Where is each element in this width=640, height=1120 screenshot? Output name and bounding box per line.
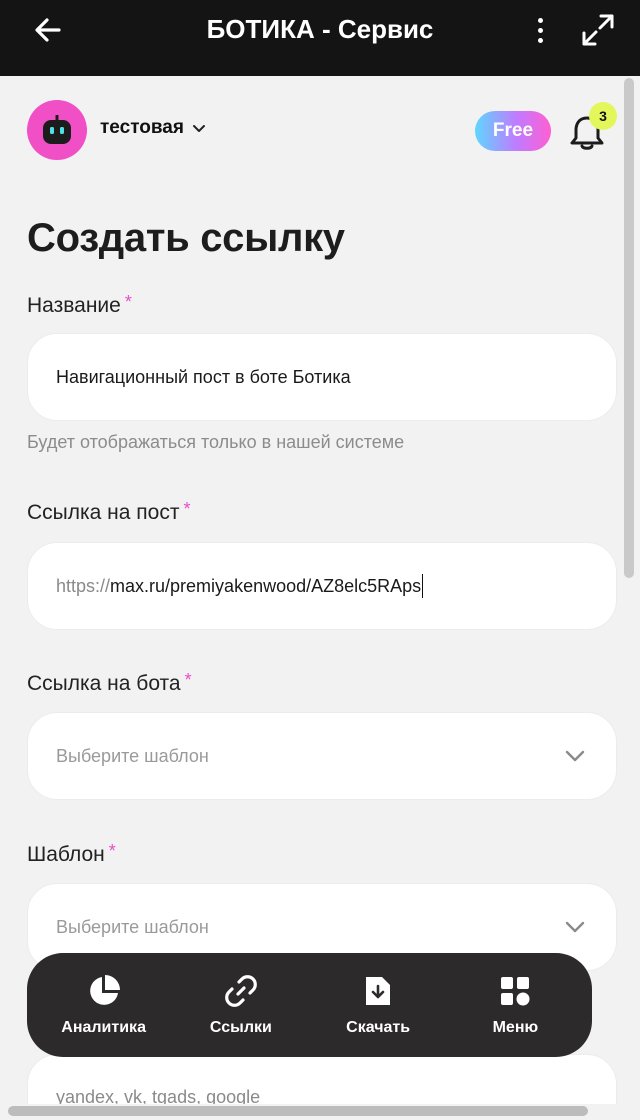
text-caret <box>422 574 424 598</box>
name-field-hint: Будет отображаться только в нашей систем… <box>27 432 405 452</box>
bot-link-label: Ссылка на бота * <box>27 670 192 696</box>
template-label-text: Шаблон <box>27 843 105 866</box>
workspace-switcher[interactable]: тестовая <box>100 117 206 139</box>
utm-sources-field[interactable]: yandex, vk, tgads, google <box>27 1054 617 1106</box>
post-link-label-text: Ссылка на пост <box>27 501 180 524</box>
template-label: Шаблон * <box>27 841 116 867</box>
name-label: Название * <box>27 292 132 318</box>
nav-label-links: Ссылки <box>209 1019 272 1036</box>
nav-label-download: Скачать <box>346 1019 411 1036</box>
expand-icon[interactable] <box>580 12 616 48</box>
nav-item-menu[interactable]: Меню <box>450 955 580 1055</box>
horizontal-scrollbar[interactable] <box>8 1106 588 1116</box>
bot-avatar[interactable] <box>27 100 87 160</box>
window-titlebar: БОТИКА - Сервис <box>0 0 640 76</box>
post-link-field[interactable]: https://max.ru/premiyakenwood/AZ8elc5RAp… <box>27 542 617 630</box>
plan-badge[interactable]: Free <box>475 111 551 151</box>
name-field[interactable]: Навигационный пост в боте Ботика <box>27 333 617 421</box>
bot-link-placeholder: Выберите шаблон <box>56 745 209 766</box>
bot-link-label-text: Ссылка на бота <box>27 672 181 695</box>
bot-link-select[interactable]: Выберите шаблон <box>27 712 617 800</box>
link-icon <box>225 975 257 1007</box>
nav-label-menu: Меню <box>492 1019 539 1036</box>
required-mark: * <box>184 670 192 690</box>
post-link-prefix: https:// <box>56 575 111 596</box>
chevron-down-icon <box>565 921 585 933</box>
vertical-scrollbar[interactable] <box>624 78 634 578</box>
workspace-name: тестовая <box>100 117 184 138</box>
robot-icon <box>43 115 71 144</box>
more-vertical-icon[interactable] <box>528 12 552 48</box>
bottom-navigation: Аналитика Ссылки Скачать Меню <box>27 953 592 1057</box>
nav-item-analytics[interactable]: Аналитика <box>39 955 169 1055</box>
required-mark: * <box>108 841 116 861</box>
post-link-value: max.ru/premiyakenwood/AZ8elc5RAps <box>110 575 422 596</box>
nav-label-analytics: Аналитика <box>61 1019 146 1036</box>
pie-chart-icon <box>89 975 120 1005</box>
page-content: тестовая Free 3 Создать ссылку Название *… <box>0 76 628 1106</box>
template-placeholder: Выберите шаблон <box>56 916 209 937</box>
post-link-label: Ссылка на пост * <box>27 499 191 525</box>
grid-menu-icon <box>501 977 530 1006</box>
required-mark: * <box>183 499 191 519</box>
required-mark: * <box>124 292 132 312</box>
notification-count-badge: 3 <box>589 102 617 130</box>
name-label-text: Название <box>27 294 121 317</box>
name-field-value: Навигационный пост в боте Ботика <box>56 366 351 387</box>
app-header: тестовая Free 3 <box>27 100 617 160</box>
chevron-down-icon <box>192 125 205 132</box>
nav-item-links[interactable]: Ссылки <box>176 955 306 1055</box>
nav-item-download[interactable]: Скачать <box>313 955 443 1055</box>
download-file-icon <box>366 977 391 1005</box>
page-title: Создать ссылку <box>27 216 345 260</box>
chevron-down-icon <box>565 750 585 762</box>
